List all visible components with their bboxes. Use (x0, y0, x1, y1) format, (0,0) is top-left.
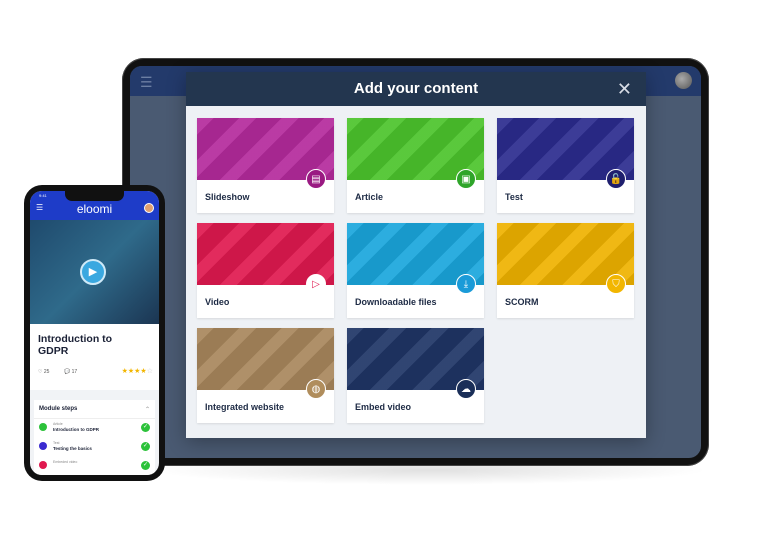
step-type-icon (39, 442, 47, 450)
module-step[interactable]: Test Testing the basics ✓ (34, 438, 155, 457)
check-icon: ✓ (141, 442, 150, 451)
document-icon: ▤ (306, 169, 326, 189)
chevron-up-icon[interactable]: ⌃ (145, 406, 150, 413)
comment-icon: 💬 (64, 369, 72, 375)
step-name: Testing the basics (53, 446, 92, 451)
content-type-card-test[interactable]: 🔓 Test (497, 118, 634, 213)
content-type-card-video[interactable]: ▷ Video (197, 223, 334, 318)
card-label: Video (205, 297, 230, 307)
content-type-card-article[interactable]: ▣ Article (347, 118, 484, 213)
article-icon: ▣ (456, 169, 476, 189)
content-type-card-integrated-website[interactable]: ◍ Integrated website (197, 328, 334, 423)
card-label: Embed video (355, 402, 412, 412)
card-label: Test (505, 192, 523, 202)
likes-count[interactable]: ♡ 25 (38, 369, 49, 375)
course-title: Introduction to GDPR (38, 333, 113, 357)
step-type: Article (53, 422, 63, 426)
card-label: Integrated website (205, 402, 285, 412)
course-video-thumbnail: ▶ (30, 220, 159, 324)
module-step[interactable]: Embeded video ✓ (34, 457, 155, 475)
content-type-card-slideshow[interactable]: ▤ Slideshow (197, 118, 334, 213)
card-label: Article (355, 192, 384, 202)
card-label: Downloadable files (355, 297, 437, 307)
status-time: 9:41 (39, 193, 47, 198)
module-steps-title: Module steps (39, 406, 78, 412)
avatar[interactable] (675, 72, 692, 89)
comments-value: 17 (71, 369, 78, 375)
hamburger-menu-icon[interactable]: ☰ (140, 74, 153, 91)
scorm-icon: ⛉ (606, 274, 626, 294)
star-rating: ★★★★☆ (121, 368, 153, 375)
cloud-upload-icon: ☁ (456, 379, 476, 399)
lock-open-icon: 🔓 (606, 169, 626, 189)
check-icon: ✓ (141, 461, 150, 470)
modal-header: Add your content ✕ (186, 72, 646, 106)
play-icon: ▷ (306, 274, 326, 294)
download-icon: ⤓ (456, 274, 476, 294)
content-type-card-embed-video[interactable]: ☁ Embed video (347, 328, 484, 423)
globe-icon: ◍ (306, 379, 326, 399)
course-info: Introduction to GDPR ♡ 25 💬 17 ★★★★☆ (30, 324, 159, 390)
comments-count[interactable]: 💬 17 (64, 369, 77, 375)
card-label: SCORM (505, 297, 539, 307)
close-icon[interactable]: ✕ (617, 72, 632, 106)
step-name: Introduction to GDPR (53, 427, 99, 432)
eloomi-logo: eloomi (76, 202, 113, 216)
phone-device: 9:41 ☰ eloomi ▶ Introduction to GDPR ♡ 2… (24, 185, 165, 481)
avatar[interactable] (144, 203, 154, 213)
likes-value: 25 (43, 369, 50, 375)
content-type-card-downloadable-files[interactable]: ⤓ Downloadable files (347, 223, 484, 318)
check-icon: ✓ (141, 423, 150, 432)
step-type-icon (39, 423, 47, 431)
module-steps-panel: Module steps ⌃ Article Introduction to GD… (34, 400, 155, 475)
step-type: Embeded video (53, 460, 78, 464)
play-button[interactable]: ▶ (80, 259, 106, 285)
phone-notch (65, 191, 124, 201)
modal-title: Add your content (353, 80, 479, 97)
module-step[interactable]: Article Introduction to GDPR ✓ (34, 419, 155, 438)
step-type: Test (53, 441, 60, 445)
step-type-icon (39, 461, 47, 469)
card-label: Slideshow (205, 192, 250, 202)
phone-screen: 9:41 ☰ eloomi ▶ Introduction to GDPR ♡ 2… (30, 191, 159, 475)
content-type-card-scorm[interactable]: ⛉ SCORM (497, 223, 634, 318)
module-steps-header[interactable]: Module steps ⌃ (34, 400, 155, 419)
